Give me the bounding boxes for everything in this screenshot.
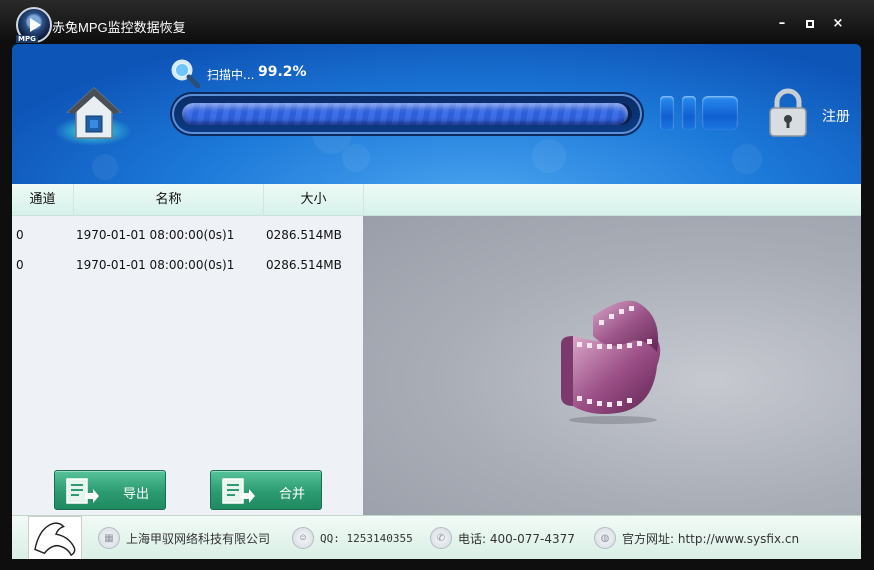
cell-size: 0286.514MB [266, 258, 342, 272]
scan-progress-fill [182, 103, 629, 125]
scan-header: 扫描中... 99.2% 注册 [12, 44, 861, 184]
export-button[interactable]: 导出 [54, 470, 166, 510]
company-logo-icon [28, 516, 82, 560]
app-window: MPG 赤兔MPG监控数据恢复 – × 扫描中... 99.2% 注册 通道 名… [0, 0, 874, 570]
register-link[interactable]: 注册 [822, 106, 850, 126]
footer-qq: ☺ QQ: 1253140355 [292, 516, 413, 560]
pause-button[interactable] [660, 96, 696, 130]
table-row[interactable]: 0 1970-01-01 08:00:00(0s)1 0286.514MB [12, 220, 363, 250]
close-button[interactable]: × [830, 16, 846, 32]
cell-name: 1970-01-01 08:00:00(0s)1 [76, 228, 235, 242]
app-logo-tag: MPG [16, 35, 38, 43]
company-icon: ▦ [98, 527, 120, 549]
table-row[interactable]: 0 1970-01-01 08:00:00(0s)1 0286.514MB [12, 250, 363, 280]
stop-button[interactable] [702, 96, 738, 130]
footer-phone-text: 电话: 400-077-4377 [458, 531, 575, 546]
file-table-header: 通道 名称 大小 [12, 184, 861, 216]
footer-bar: ▦ 上海甲驭网络科技有限公司 ☺ QQ: 1253140355 ✆ 电话: 40… [12, 515, 861, 560]
title-bar[interactable]: MPG 赤兔MPG监控数据恢复 – × [0, 0, 874, 44]
scan-progress-track [182, 103, 632, 125]
film-reel-icon [561, 300, 661, 424]
search-icon [171, 59, 200, 88]
export-icon [66, 478, 99, 504]
merge-button[interactable]: 合并 [210, 470, 322, 510]
home-icon[interactable] [66, 86, 122, 140]
merge-button-label: 合并 [279, 487, 306, 502]
window-border-left [0, 44, 12, 559]
cell-channel: 0 [16, 228, 24, 242]
scan-status-label: 扫描中... [207, 68, 255, 82]
qq-icon: ☺ [292, 527, 314, 549]
footer-company-text: 上海甲驭网络科技有限公司 [126, 531, 271, 546]
minimize-button[interactable]: – [774, 16, 790, 32]
merge-icon [222, 478, 255, 504]
pause-bar-left [660, 96, 674, 130]
footer-company: ▦ 上海甲驭网络科技有限公司 [98, 516, 270, 560]
cell-channel: 0 [16, 258, 24, 272]
maximize-button[interactable] [802, 16, 818, 32]
maximize-icon [806, 20, 814, 28]
scan-progress-bar [172, 94, 642, 134]
footer-website-text[interactable]: 官方网址: http://www.sysfix.cn [622, 530, 799, 547]
window-title: 赤兔MPG监控数据恢复 [52, 20, 186, 35]
globe-icon: ◍ [594, 527, 616, 549]
app-logo-icon: MPG [16, 7, 52, 43]
footer-website[interactable]: ◍ 官方网址: http://www.sysfix.cn [594, 516, 799, 560]
window-border-bottom [0, 559, 874, 570]
cell-size: 0286.514MB [266, 228, 342, 242]
column-header-size[interactable]: 大小 [264, 184, 364, 216]
lock-icon[interactable] [768, 88, 808, 138]
footer-phone: ✆ 电话: 400-077-4377 [430, 516, 575, 560]
column-header-name[interactable]: 名称 [74, 184, 264, 216]
preview-panel [363, 216, 861, 515]
scan-percent: 99.2% [258, 64, 307, 80]
phone-icon: ✆ [430, 527, 452, 549]
column-header-channel[interactable]: 通道 [12, 184, 74, 216]
pause-bar-right [682, 96, 696, 130]
cell-name: 1970-01-01 08:00:00(0s)1 [76, 258, 235, 272]
export-button-label: 导出 [123, 487, 150, 502]
footer-qq-text: QQ: 1253140355 [320, 531, 413, 545]
window-border-right [861, 44, 874, 559]
